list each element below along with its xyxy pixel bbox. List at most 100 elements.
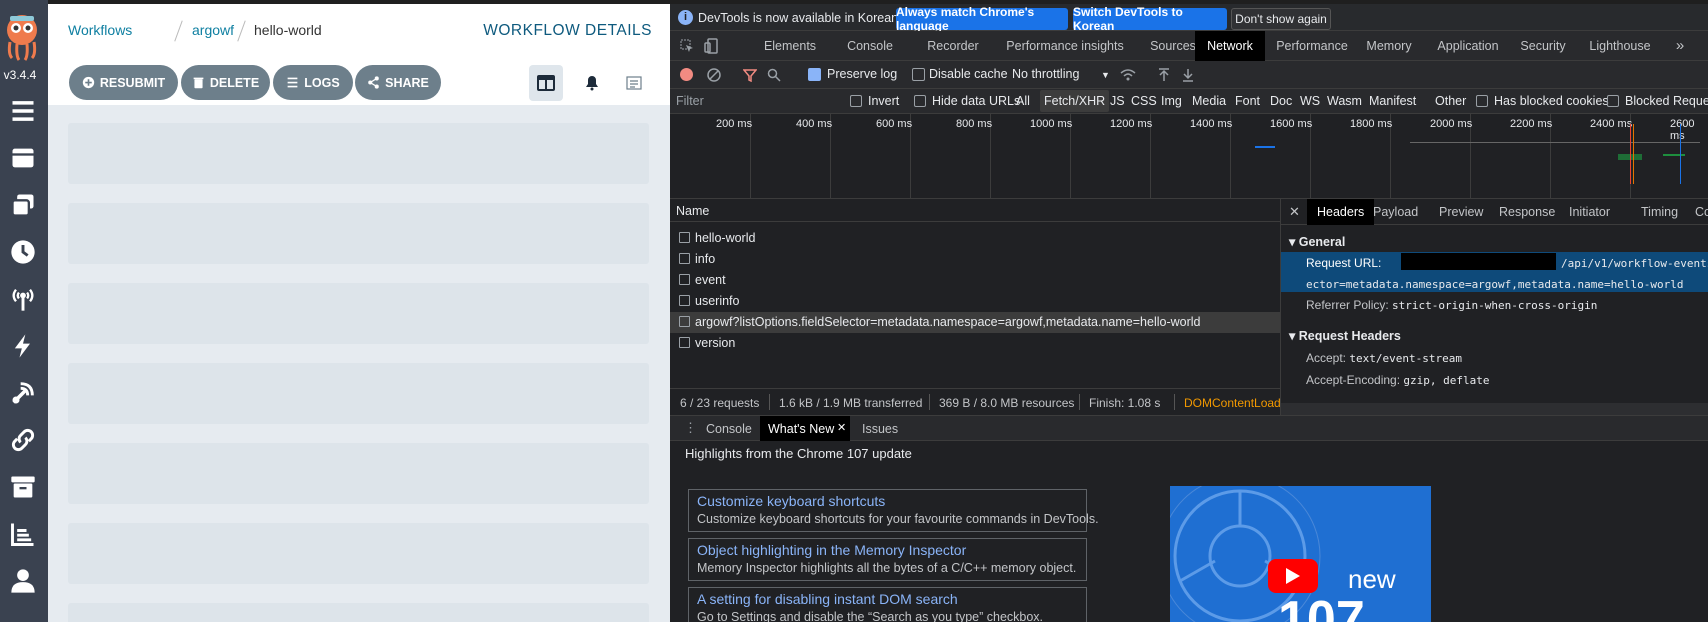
request-headers-section-toggle[interactable]: ▾ Request Headers: [1289, 328, 1401, 343]
breadcrumb-workflows[interactable]: Workflows: [68, 22, 132, 38]
chevron-down-icon[interactable]: ▼: [1101, 70, 1110, 80]
blocked-cookies-checkbox[interactable]: [1476, 95, 1488, 107]
more-tabs-chevron-icon[interactable]: »: [1670, 31, 1690, 61]
general-section-toggle[interactable]: ▾ General: [1289, 234, 1345, 249]
network-conditions-icon[interactable]: [1120, 68, 1136, 82]
drawer-tab-whats-new[interactable]: What's New ✕: [760, 416, 850, 441]
feature-title[interactable]: Object highlighting in the Memory Inspec…: [697, 542, 966, 558]
horizontal-scrollbar[interactable]: [1281, 403, 1708, 415]
link-icon[interactable]: [4, 421, 42, 459]
logs-button[interactable]: LOGS: [273, 65, 353, 100]
request-row-selected[interactable]: argowf?listOptions.fieldSelector=metadat…: [670, 312, 1280, 333]
record-icon[interactable]: [680, 68, 693, 81]
filter-type-all[interactable]: All: [1016, 94, 1030, 108]
archived-workflows-icon[interactable]: [4, 468, 42, 506]
youtube-play-icon[interactable]: [1268, 559, 1318, 593]
switch-language-button[interactable]: Switch DevTools to Korean: [1073, 5, 1227, 33]
search-icon[interactable]: [767, 68, 781, 82]
name-column-header[interactable]: Name: [670, 199, 1280, 222]
inspect-element-icon[interactable]: [680, 39, 694, 53]
dont-show-again-button[interactable]: Don't show again: [1231, 8, 1331, 30]
tab-response[interactable]: Response: [1499, 199, 1555, 225]
cron-workflows-icon[interactable]: [4, 233, 42, 271]
disable-cache-checkbox[interactable]: [912, 68, 925, 81]
menu-icon[interactable]: [4, 92, 42, 130]
resubmit-button[interactable]: RESUBMIT: [69, 65, 178, 100]
reports-icon[interactable]: [4, 515, 42, 553]
tab-performance-insights[interactable]: Performance insights: [990, 31, 1140, 61]
export-har-icon[interactable]: [1182, 68, 1194, 82]
request-row[interactable]: event: [670, 270, 1280, 291]
request-row[interactable]: version: [670, 333, 1280, 354]
feature-card[interactable]: Customize keyboard shortcuts Customize k…: [688, 489, 1099, 532]
request-row[interactable]: info: [670, 249, 1280, 270]
filter-type-ws[interactable]: WS: [1300, 94, 1320, 108]
tab-elements[interactable]: Elements: [750, 31, 830, 61]
filter-type-css[interactable]: CSS: [1131, 94, 1157, 108]
tab-cookies[interactable]: Coo: [1695, 199, 1708, 225]
split-view-icon[interactable]: [529, 65, 563, 101]
feature-description: Memory Inspector highlights all the byte…: [697, 561, 1077, 575]
filter-type-media[interactable]: Media: [1192, 94, 1226, 108]
request-type-icon: [679, 253, 690, 264]
tab-console[interactable]: Console: [830, 31, 910, 61]
close-tab-icon[interactable]: ✕: [837, 421, 846, 434]
share-button[interactable]: SHARE: [355, 65, 441, 100]
match-language-button[interactable]: Always match Chrome's language: [896, 5, 1068, 33]
drawer-tab-issues[interactable]: Issues: [862, 422, 898, 436]
tab-performance[interactable]: Performance: [1267, 31, 1357, 61]
filter-input[interactable]: Filter: [676, 94, 704, 108]
share-label: SHARE: [385, 75, 429, 90]
workflow-templates-icon[interactable]: [4, 186, 42, 224]
delete-button[interactable]: DELETE: [181, 65, 270, 100]
details-panel-icon[interactable]: [617, 65, 651, 101]
tab-payload[interactable]: Payload: [1373, 199, 1418, 225]
filter-type-wasm[interactable]: Wasm: [1327, 94, 1362, 108]
tab-application[interactable]: Application: [1423, 31, 1513, 61]
argo-logo-icon[interactable]: [2, 8, 42, 64]
tab-lighthouse[interactable]: Lighthouse: [1580, 31, 1660, 61]
bell-icon[interactable]: [575, 65, 609, 101]
filter-type-fetch-xhr[interactable]: Fetch/XHR: [1040, 90, 1110, 112]
drawer-menu-icon[interactable]: ⋮: [684, 420, 697, 436]
clear-icon[interactable]: [707, 68, 721, 82]
filter-type-js[interactable]: JS: [1110, 94, 1125, 108]
tab-memory[interactable]: Memory: [1353, 31, 1425, 61]
tab-security[interactable]: Security: [1508, 31, 1578, 61]
preserve-log-checkbox[interactable]: [808, 68, 821, 81]
sensors-icon[interactable]: [4, 327, 42, 365]
feature-card[interactable]: A setting for disabling instant DOM sear…: [688, 587, 1087, 622]
tab-timing[interactable]: Timing: [1641, 199, 1678, 225]
filter-icon[interactable]: [743, 68, 757, 82]
drawer-tab-console[interactable]: Console: [706, 422, 752, 436]
filter-type-manifest[interactable]: Manifest: [1369, 94, 1416, 108]
tab-network[interactable]: Network: [1195, 31, 1265, 61]
blocked-requests-checkbox[interactable]: [1607, 95, 1619, 107]
filter-type-font[interactable]: Font: [1235, 94, 1260, 108]
tab-preview[interactable]: Preview: [1439, 199, 1483, 225]
invert-checkbox[interactable]: [850, 95, 862, 107]
feature-title[interactable]: A setting for disabling instant DOM sear…: [697, 591, 958, 607]
filter-type-img[interactable]: Img: [1161, 94, 1182, 108]
breadcrumb-namespace[interactable]: argowf: [192, 22, 234, 38]
workflows-icon[interactable]: [4, 139, 42, 177]
close-icon[interactable]: ✕: [1289, 204, 1300, 220]
event-sources-icon[interactable]: [4, 280, 42, 318]
request-row[interactable]: userinfo: [670, 291, 1280, 312]
request-row[interactable]: hello-world: [670, 228, 1280, 249]
hide-data-urls-checkbox[interactable]: [914, 95, 926, 107]
feature-title[interactable]: Customize keyboard shortcuts: [697, 493, 885, 509]
tab-headers[interactable]: Headers: [1307, 199, 1375, 225]
filter-type-other[interactable]: Other: [1435, 94, 1466, 108]
user-icon[interactable]: [4, 562, 42, 600]
tab-initiator[interactable]: Initiator: [1569, 199, 1610, 225]
device-toolbar-icon[interactable]: [704, 38, 718, 54]
event-flow-icon[interactable]: [4, 374, 42, 412]
timeline-tick: 2400 ms: [1590, 118, 1633, 130]
throttling-select[interactable]: No throttling: [1012, 67, 1079, 81]
feature-card[interactable]: Object highlighting in the Memory Inspec…: [688, 538, 1087, 581]
filter-type-doc[interactable]: Doc: [1270, 94, 1292, 108]
whats-new-video-thumbnail[interactable]: new 107: [1170, 486, 1431, 622]
tab-recorder[interactable]: Recorder: [914, 31, 992, 61]
import-har-icon[interactable]: [1158, 68, 1170, 82]
